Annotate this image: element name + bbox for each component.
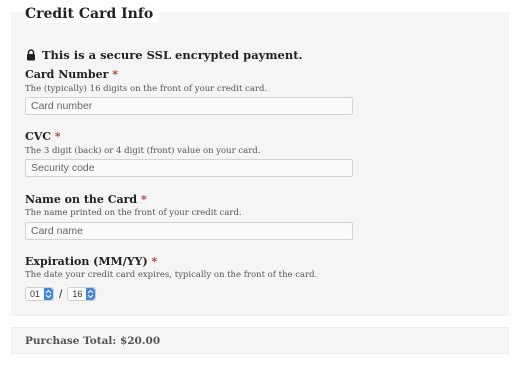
expiration-description: The date your credit card expires, typic… xyxy=(25,270,318,280)
expiration-month-select[interactable]: 01 xyxy=(25,287,55,301)
card-name-label: Name on the Card * xyxy=(25,193,147,206)
lock-icon xyxy=(27,49,35,61)
expiration-year-value: 16 xyxy=(72,289,83,299)
card-number-label-text: Card Number xyxy=(25,68,109,81)
card-name-label-text: Name on the Card xyxy=(25,193,138,206)
secure-notice: This is a secure SSL encrypted payment. xyxy=(25,48,303,62)
cvc-input[interactable] xyxy=(25,159,353,177)
section-title: Credit Card Info xyxy=(25,5,160,23)
expiration-selects: 01 / 16 xyxy=(25,287,97,301)
expiration-month-value: 01 xyxy=(30,289,41,299)
required-mark: * xyxy=(151,255,158,268)
purchase-total-label: Purchase Total: xyxy=(25,335,117,347)
card-number-label: Card Number * xyxy=(25,68,118,81)
cvc-label-text: CVC xyxy=(25,130,52,143)
required-mark: * xyxy=(140,193,147,206)
required-mark: * xyxy=(112,68,118,81)
purchase-total-panel: Purchase Total: $20.00 xyxy=(11,327,509,354)
select-arrows-icon xyxy=(86,288,96,300)
card-number-description: The (typically) 16 digits on the front o… xyxy=(25,84,268,94)
expiration-label-text: Expiration (MM/YY) xyxy=(25,255,148,268)
card-number-input[interactable] xyxy=(25,97,353,115)
purchase-total: Purchase Total: $20.00 xyxy=(25,335,160,347)
select-arrows-icon xyxy=(44,288,54,300)
secure-notice-text: This is a secure SSL encrypted payment. xyxy=(42,48,303,62)
card-name-description: The name printed on the front of your cr… xyxy=(25,208,242,218)
cvc-label: CVC * xyxy=(25,130,61,143)
expiration-separator: / xyxy=(59,287,63,301)
purchase-total-amount: $20.00 xyxy=(119,335,161,347)
required-mark: * xyxy=(54,130,61,143)
expiration-label: Expiration (MM/YY) * xyxy=(25,255,157,268)
cvc-description: The 3 digit (back) or 4 digit (front) va… xyxy=(25,146,261,156)
card-name-input[interactable] xyxy=(25,222,353,240)
expiration-year-select[interactable]: 16 xyxy=(67,287,97,301)
